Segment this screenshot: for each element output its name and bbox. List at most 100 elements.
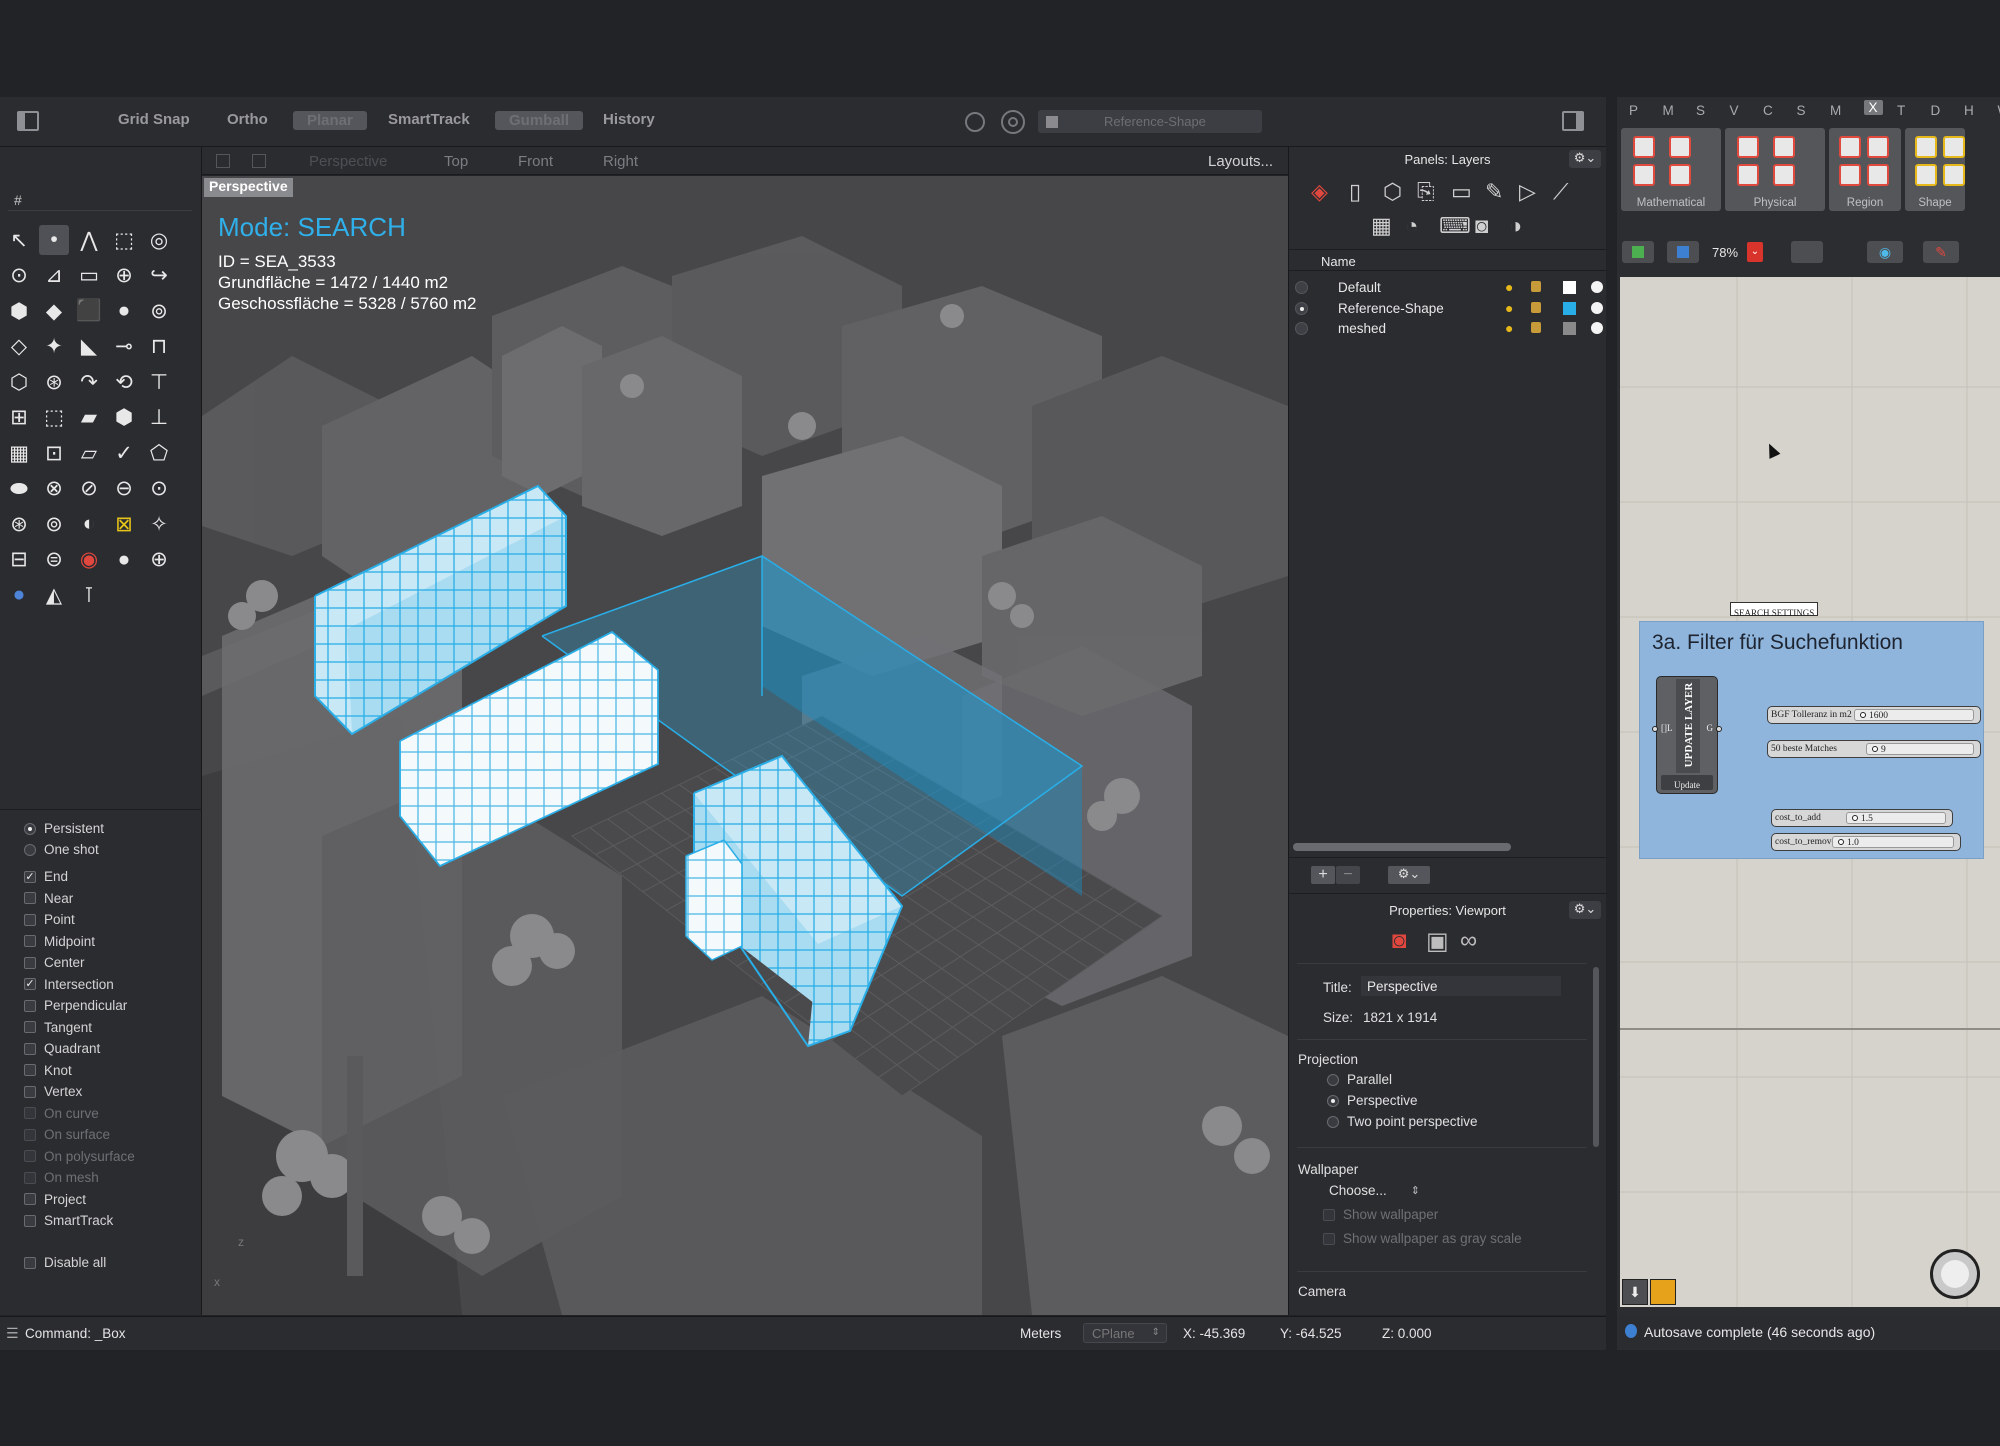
tab-perspective[interactable]: Perspective bbox=[309, 153, 387, 170]
grid-snap-toggle[interactable]: Grid Snap bbox=[118, 111, 190, 128]
gh-preview-eye-icon[interactable]: ◉ bbox=[1867, 241, 1903, 263]
osnap-checkbox[interactable] bbox=[24, 1085, 36, 1098]
layer-options-gear-icon[interactable]: ⚙⌄ bbox=[1388, 866, 1430, 884]
properties-settings-gear-icon[interactable]: ⚙⌄ bbox=[1569, 901, 1601, 919]
layer-lock-icon[interactable] bbox=[1531, 322, 1541, 333]
gh-slider-track[interactable]: 1600 bbox=[1854, 709, 1974, 721]
tab-front[interactable]: Front bbox=[518, 153, 553, 170]
gh-tab[interactable]: S bbox=[1797, 103, 1806, 118]
osnap-item[interactable]: On polysurface bbox=[24, 1149, 135, 1164]
perspective-viewport[interactable]: x z Perspective Mode: SEARCH ID = SEA_35… bbox=[202, 176, 1288, 1315]
gh-update-button[interactable]: Update bbox=[1661, 775, 1713, 790]
osnap-item[interactable]: Point bbox=[24, 912, 75, 927]
osnap-checkbox[interactable] bbox=[24, 913, 36, 926]
layouts-button[interactable]: Layouts... bbox=[1208, 153, 1273, 170]
osnap-checkbox[interactable] bbox=[24, 1171, 36, 1184]
single-view-icon[interactable] bbox=[252, 154, 266, 168]
rectangle-curve-icon[interactable]: ⬚ bbox=[109, 225, 139, 255]
gh-tab[interactable]: S bbox=[1696, 103, 1705, 118]
osnap-item[interactable]: Tangent bbox=[24, 1020, 92, 1035]
osnap-one-shot[interactable]: One shot bbox=[24, 842, 99, 857]
align-icon[interactable]: ⊡ bbox=[39, 438, 69, 468]
surface-analysis-icon[interactable]: ◐ bbox=[74, 509, 104, 539]
osnap-item[interactable]: Quadrant bbox=[24, 1041, 100, 1056]
layer-color-swatch[interactable] bbox=[1563, 281, 1576, 294]
osnap-checkbox[interactable] bbox=[24, 892, 36, 904]
rotate-icon[interactable]: ↷ bbox=[74, 367, 104, 397]
zoom-selected-icon[interactable]: ⊙ bbox=[144, 474, 174, 504]
array-icon[interactable]: ⬚ bbox=[39, 403, 69, 433]
gh-download-icon[interactable]: ⬇ bbox=[1622, 1279, 1648, 1305]
viewport-label[interactable]: Perspective bbox=[204, 178, 293, 197]
split-icon[interactable]: ⊸ bbox=[109, 332, 139, 362]
zoom-extents-icon[interactable]: ⊖ bbox=[109, 474, 139, 504]
viewport-title-input[interactable]: Perspective bbox=[1361, 976, 1561, 996]
fillet-curve-icon[interactable]: ↪ bbox=[144, 261, 174, 291]
gh-search-settings-group[interactable]: 3a. Filter für Suchefunktion []L G UPDAT… bbox=[1639, 621, 1984, 859]
car-model-icon[interactable]: ⊚ bbox=[39, 509, 69, 539]
sidebar-toggle-left-icon[interactable] bbox=[17, 111, 39, 131]
viewport-camera-tab-icon[interactable]: ◙ bbox=[1392, 927, 1407, 955]
current-layer-field[interactable]: Reference-Shape bbox=[1038, 110, 1262, 133]
tab-top[interactable]: Top bbox=[444, 153, 468, 170]
smarttrack-toggle[interactable]: SmartTrack bbox=[388, 111, 470, 128]
trim-icon[interactable]: ◣ bbox=[74, 332, 104, 362]
osnap-item[interactable]: On mesh bbox=[24, 1170, 99, 1185]
explode-icon[interactable]: ✦ bbox=[39, 332, 69, 362]
layer-color-swatch[interactable] bbox=[1563, 301, 1576, 315]
text-icon[interactable]: ⊤ bbox=[144, 367, 174, 397]
gh-tab[interactable]: M bbox=[1663, 103, 1674, 118]
layers-tab-icon[interactable]: ◈ bbox=[1311, 179, 1328, 205]
sphere-icon[interactable]: ● bbox=[109, 296, 139, 326]
analyze-icon[interactable]: ⬬ bbox=[4, 474, 34, 504]
sphere-white-icon[interactable]: ● bbox=[109, 545, 139, 575]
layer-current-radio[interactable] bbox=[1295, 301, 1308, 315]
osnap-item[interactable]: Midpoint bbox=[24, 934, 95, 949]
viewport-link-tab-icon[interactable]: ∞ bbox=[1460, 927, 1477, 955]
projection-perspective-option[interactable]: Perspective bbox=[1327, 1093, 1418, 1108]
layer-visible-bulb-icon[interactable]: ● bbox=[1505, 320, 1513, 336]
gh-group-tag[interactable]: SEARCH SETTINGS bbox=[1730, 602, 1819, 618]
shade-icon[interactable]: ⊜ bbox=[39, 545, 69, 575]
gh-component-icon[interactable] bbox=[1773, 136, 1795, 158]
gh-canvas[interactable]: SEARCH SETTINGS 3a. Filter für Suchefunk… bbox=[1620, 277, 2000, 1307]
keyboard-tab-icon[interactable]: ⌨ bbox=[1439, 213, 1471, 239]
gh-tab[interactable]: X bbox=[1863, 100, 1883, 115]
osnap-checkbox[interactable] bbox=[24, 1107, 36, 1119]
osnap-checkbox[interactable] bbox=[24, 1021, 36, 1033]
properties-scrollbar[interactable] bbox=[1593, 967, 1599, 1147]
rendered-sphere-icon[interactable]: ● bbox=[4, 580, 34, 610]
gh-open-file-icon[interactable] bbox=[1622, 241, 1654, 263]
paint-bucket-icon[interactable]: ◭ bbox=[39, 580, 69, 610]
tab-right[interactable]: Right bbox=[603, 153, 638, 170]
object-tab-icon[interactable]: ⬡ bbox=[1383, 179, 1402, 205]
gh-component-icon[interactable] bbox=[1839, 136, 1861, 158]
osnap-persistent[interactable]: Persistent bbox=[24, 821, 104, 836]
osnap-item[interactable]: Perpendicular bbox=[24, 998, 127, 1013]
scale-icon[interactable]: ▰ bbox=[74, 403, 104, 433]
osnap-item[interactable]: Vertex bbox=[24, 1084, 82, 1099]
arc-icon[interactable]: ⊿ bbox=[39, 261, 69, 291]
gh-component-icon[interactable] bbox=[1943, 164, 1965, 186]
wallpaper-choose-select[interactable]: Choose... ⇕ bbox=[1329, 1183, 1420, 1198]
blocks-tab-icon[interactable]: ⎘ bbox=[1417, 179, 1435, 205]
gh-number-slider[interactable]: cost_to_add 1.5 bbox=[1771, 809, 1953, 827]
record-icon[interactable] bbox=[1001, 110, 1025, 134]
gh-slider-knob-icon[interactable] bbox=[1852, 815, 1858, 821]
gh-component-icon[interactable] bbox=[1839, 164, 1861, 186]
camera-tab-icon[interactable]: ◙ bbox=[1475, 213, 1488, 239]
cylinder-icon[interactable]: ⊚ bbox=[144, 296, 174, 326]
rectangle-icon[interactable]: ▭ bbox=[74, 261, 104, 291]
osnap-checkbox[interactable] bbox=[24, 999, 36, 1012]
layer-current-radio[interactable] bbox=[1295, 281, 1308, 294]
gh-slider-track[interactable]: 1.5 bbox=[1846, 812, 1946, 824]
grid-icon[interactable]: ▦ bbox=[4, 438, 34, 468]
gumball-toggle[interactable]: Gumball bbox=[495, 111, 584, 130]
gh-zoom-level[interactable]: 78% bbox=[1712, 245, 1738, 260]
gh-tab[interactable]: H bbox=[1964, 103, 1974, 118]
materials-tab-icon[interactable]: ▦ bbox=[1371, 213, 1392, 239]
osnap-item[interactable]: Knot bbox=[24, 1063, 72, 1078]
layer-material-circle-icon[interactable] bbox=[1591, 301, 1603, 314]
osnap-checkbox[interactable]: ✓ bbox=[24, 978, 36, 990]
gh-tab[interactable]: P bbox=[1629, 103, 1638, 118]
